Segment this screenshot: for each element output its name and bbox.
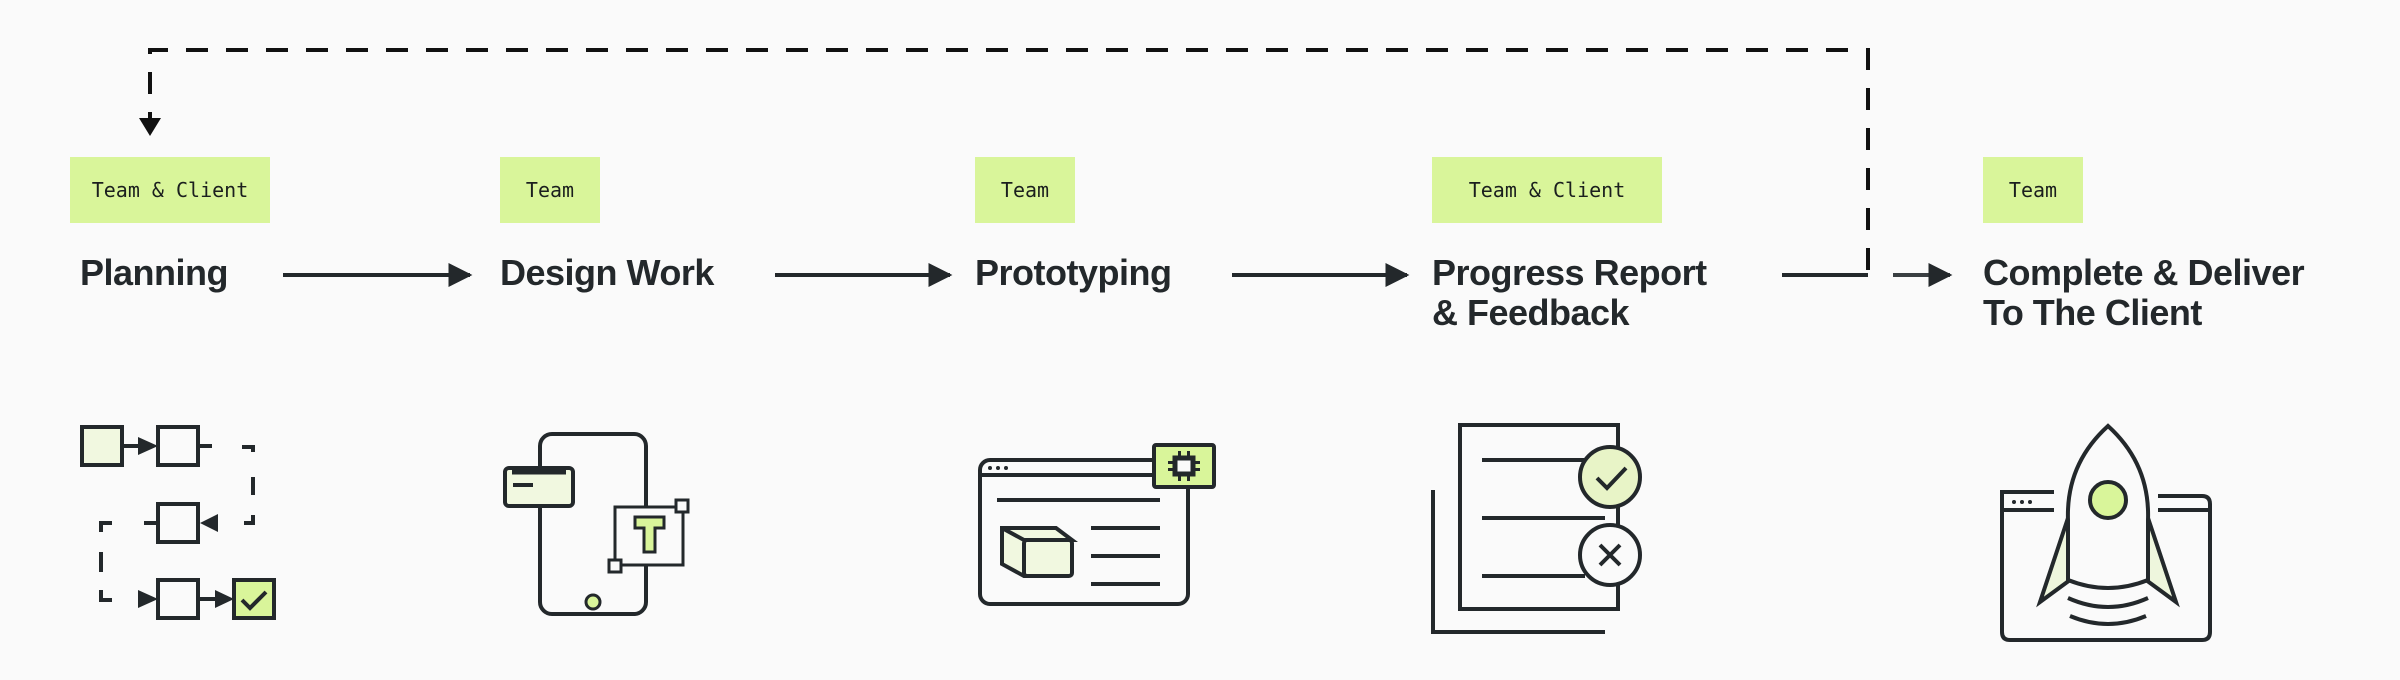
step-5-role-tag: Team — [1983, 157, 2083, 223]
rocket-launch-icon — [2000, 423, 2212, 642]
step-1-title: Planning — [80, 252, 229, 293]
step-2-title: Design Work — [500, 253, 714, 293]
arrow-down-icon — [139, 118, 161, 136]
step-5-title-line2: To The Client — [1983, 292, 2202, 333]
step-1-title-line1: Planning — [80, 252, 229, 293]
document-review-icon — [1431, 423, 1642, 634]
step-4-title: Progress Report & Feedback — [1432, 253, 1707, 333]
step-3-role-tag: Team — [975, 157, 1075, 223]
step-5-title: Complete & Deliver To The Client — [1983, 252, 2305, 333]
step-2-title-line1: Design Work — [500, 252, 714, 293]
step-3-title: Prototyping — [975, 252, 1172, 293]
step-5-title-line1: Complete & Deliver — [1983, 252, 2305, 293]
step-4-title-line2: & Feedback — [1432, 292, 1630, 333]
step-4-title-line1: Progress Report — [1432, 252, 1707, 293]
browser-prototype-icon — [978, 443, 1216, 606]
step-3-title-line1: Prototyping — [975, 252, 1172, 293]
flowchart-icon — [80, 425, 276, 620]
step-2-role-tag: Team — [500, 157, 600, 223]
step-4-role-tag: Team & Client — [1432, 157, 1662, 223]
step-1-role-tag: Team & Client — [70, 157, 270, 223]
mobile-design-icon — [503, 432, 690, 616]
